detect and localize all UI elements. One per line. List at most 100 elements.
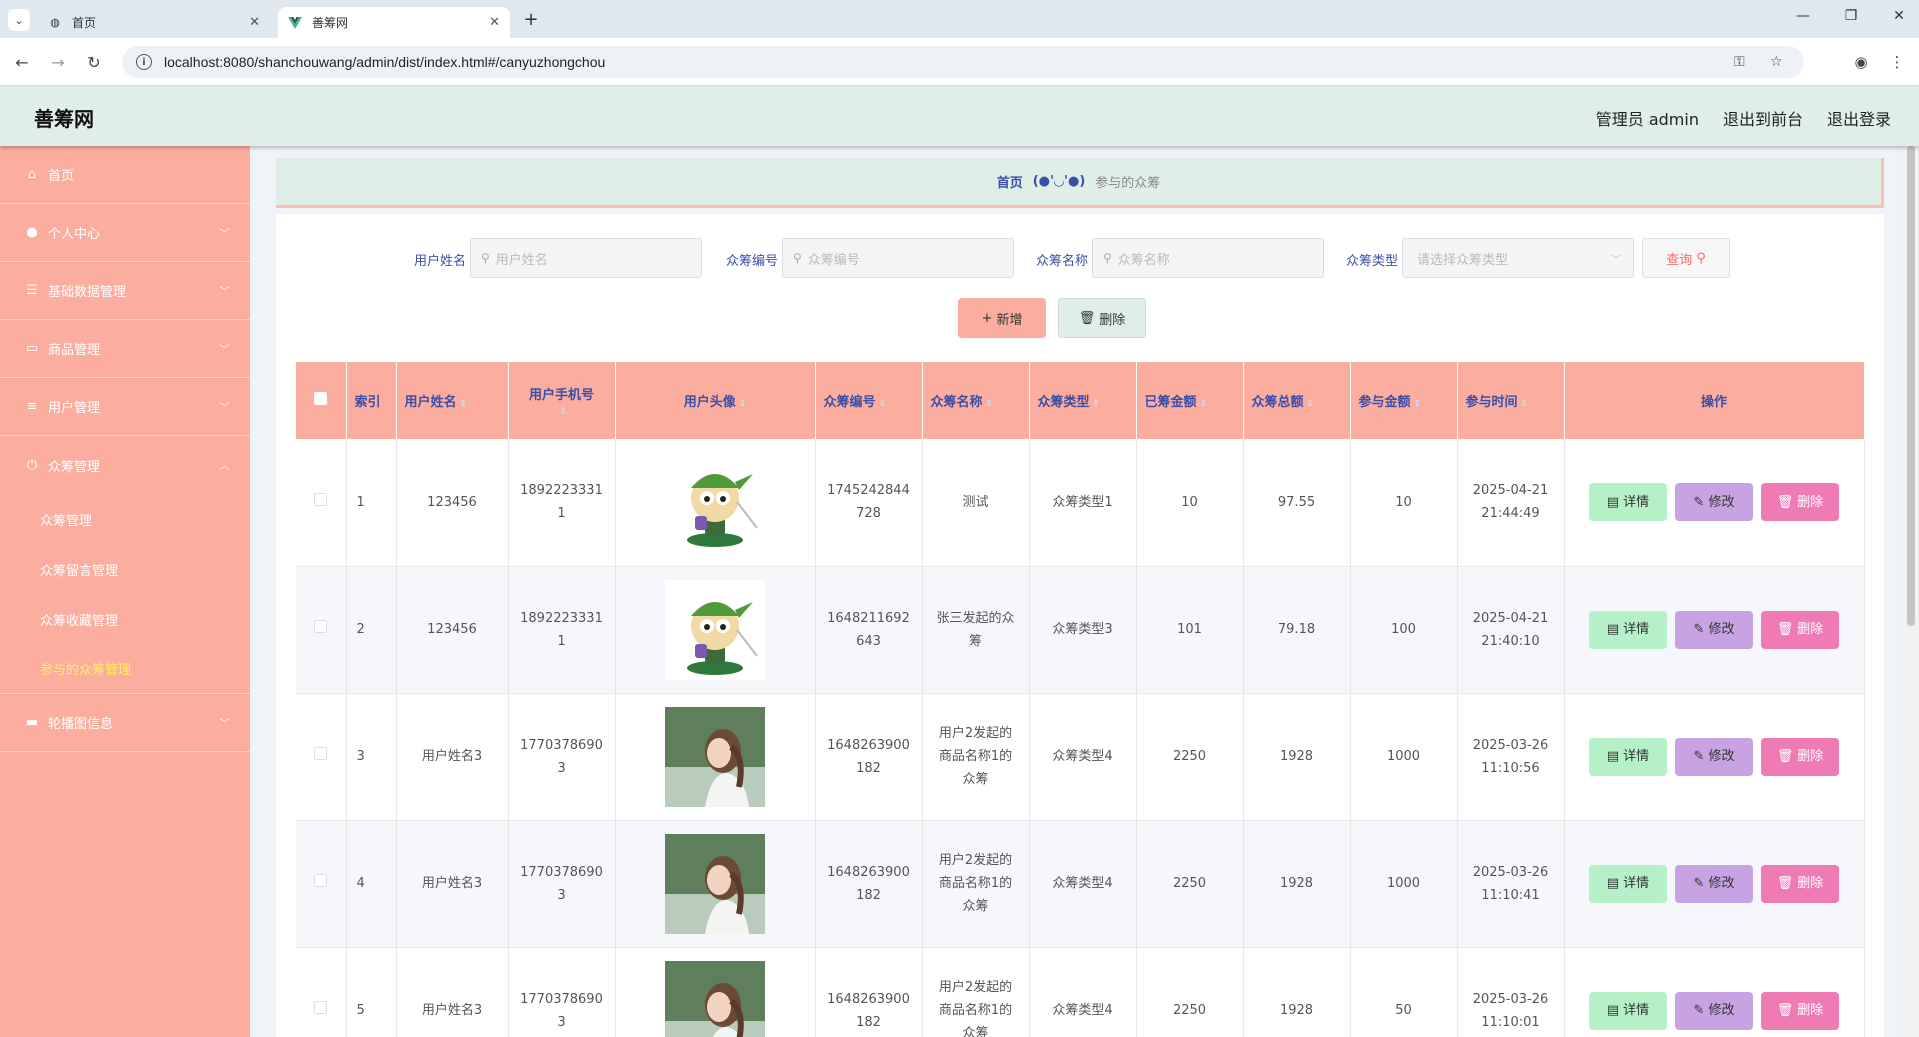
chevron-down-icon: ﹀: [219, 226, 230, 240]
close-icon[interactable]: ✕: [249, 15, 260, 30]
restore-icon[interactable]: ❐: [1836, 8, 1866, 24]
row-checkbox[interactable]: [314, 747, 328, 760]
sort-icon[interactable]: ⇕: [739, 399, 747, 409]
sidebar-subitem-comments[interactable]: 众筹留言管理: [0, 544, 250, 594]
forward-arrow-icon[interactable]: →: [46, 50, 70, 74]
profile-icon[interactable]: ◉: [1850, 51, 1872, 73]
new-tab-plus-icon[interactable]: +: [520, 8, 542, 30]
username-search-input[interactable]: ⚲ 用户姓名: [470, 238, 702, 278]
column-header-ops: 操作: [1564, 362, 1865, 439]
sort-icon[interactable]: ⇕: [1093, 399, 1101, 409]
sidebar-item-users[interactable]: ≡ 用户管理 ﹀: [0, 378, 250, 436]
sidebar-subitem-participated[interactable]: 参与的众筹管理: [0, 644, 250, 694]
delete-button[interactable]: 🗑 删除: [1761, 610, 1839, 649]
column-header-time[interactable]: 参与时间 ⇕: [1457, 362, 1565, 439]
sidebar-item-carousel[interactable]: ▬ 轮播图信息 ﹀: [0, 694, 250, 752]
column-header-username[interactable]: 用户姓名 ⇕: [396, 362, 509, 439]
cell-username: 123456: [396, 566, 509, 694]
select-all-checkbox[interactable]: [314, 392, 328, 405]
pencil-icon: ✎: [1693, 1003, 1705, 1018]
browser-tab-shanchouwang[interactable]: 善筹网 ✕: [278, 7, 510, 38]
cartoon-cat-avatar[interactable]: [665, 579, 765, 680]
cartoon-cat-avatar[interactable]: [665, 452, 765, 553]
cell-amount: 1000: [1350, 820, 1458, 948]
type-select[interactable]: 请选择众筹类型 ﹀: [1402, 238, 1634, 278]
bookmark-star-icon[interactable]: ☆: [1770, 46, 1783, 78]
edit-button[interactable]: ✎ 修改: [1675, 483, 1753, 522]
sort-icon[interactable]: ⇕: [460, 399, 468, 409]
delete-button[interactable]: 🗑 删除: [1761, 737, 1839, 776]
column-header-amount[interactable]: 参与金额 ⇕: [1350, 362, 1458, 439]
window-close-icon[interactable]: ✕: [1884, 8, 1914, 24]
edit-button[interactable]: ✎ 修改: [1675, 864, 1753, 903]
sidebar-item-basic-data[interactable]: ☰ 基础数据管理 ﹀: [0, 262, 250, 320]
tab-search-chevron-icon[interactable]: ⌄: [8, 9, 30, 31]
woman-photo-avatar[interactable]: [665, 833, 765, 934]
url-field[interactable]: i localhost:8080/shanchouwang/admin/dist…: [122, 46, 1804, 78]
sort-icon[interactable]: ⇕: [879, 399, 887, 409]
detail-button[interactable]: ▤ 详情: [1589, 483, 1667, 522]
delete-button[interactable]: 🗑 删除: [1761, 483, 1839, 522]
delete-button[interactable]: 🗑 删除: [1761, 991, 1839, 1030]
logout-link[interactable]: 退出登录: [1827, 106, 1891, 130]
detail-button[interactable]: ▤ 详情: [1589, 737, 1667, 776]
exit-to-front-link[interactable]: 退出到前台: [1723, 106, 1803, 130]
row-checkbox[interactable]: [314, 620, 328, 633]
browser-tab-home[interactable]: ◍ 首页 ✕: [38, 7, 270, 38]
edit-button[interactable]: ✎ 修改: [1675, 610, 1753, 649]
row-checkbox[interactable]: [314, 874, 328, 887]
delete-label: 删除: [1797, 749, 1824, 764]
edit-button[interactable]: ✎ 修改: [1675, 737, 1753, 776]
site-info-icon[interactable]: i: [136, 54, 152, 70]
column-header-total[interactable]: 众筹总额 ⇕: [1243, 362, 1351, 439]
sort-icon[interactable]: ⇕: [1200, 399, 1208, 409]
woman-photo-avatar[interactable]: [665, 706, 765, 807]
sidebar-item-goods[interactable]: ▭ 商品管理 ﹀: [0, 320, 250, 378]
add-button[interactable]: + 新增: [958, 298, 1046, 338]
detail-button[interactable]: ▤ 详情: [1589, 991, 1667, 1030]
breadcrumb-home[interactable]: 首页: [997, 172, 1023, 191]
row-checkbox[interactable]: [314, 492, 328, 506]
more-menu-icon[interactable]: ⋮: [1886, 51, 1908, 73]
time-clock: 11:10:41: [1481, 887, 1540, 903]
sort-icon[interactable]: ⇕: [1307, 399, 1315, 409]
document-icon: ▤: [1606, 1003, 1620, 1018]
reload-icon[interactable]: ↻: [82, 50, 106, 74]
cell-index: 4: [346, 820, 397, 948]
sidebar-subitem-favorites[interactable]: 众筹收藏管理: [0, 594, 250, 644]
woman-photo-avatar[interactable]: [665, 960, 765, 1037]
sort-icon[interactable]: ⇕: [986, 399, 994, 409]
column-header-type[interactable]: 众筹类型 ⇕: [1029, 362, 1137, 439]
sidebar-item-personal-center[interactable]: ● 个人中心 ﹀: [0, 204, 250, 262]
detail-button[interactable]: ▤ 详情: [1589, 610, 1667, 649]
detail-button[interactable]: ▤ 详情: [1589, 864, 1667, 903]
sort-icon[interactable]: ⇕: [1521, 399, 1529, 409]
name-search-input[interactable]: ⚲ 众筹名称: [1092, 238, 1324, 278]
edit-button[interactable]: ✎ 修改: [1675, 991, 1753, 1030]
delete-button[interactable]: 🗑 删除: [1761, 864, 1839, 903]
cell-phone: 17703786903: [508, 693, 616, 821]
query-button[interactable]: 查询 ⚲: [1642, 238, 1730, 278]
back-arrow-icon[interactable]: ←: [10, 50, 34, 74]
batch-delete-button[interactable]: 🗑 删除: [1058, 298, 1146, 338]
sidebar-item-crowdfunding[interactable]: ⏻ 众筹管理 ︿: [0, 436, 250, 494]
password-key-icon[interactable]: ⚿: [1734, 46, 1745, 78]
sort-icon[interactable]: ⇕: [559, 407, 567, 417]
code-search-input[interactable]: ⚲ 众筹编号: [782, 238, 1014, 278]
minimize-icon[interactable]: —: [1788, 8, 1818, 24]
scrollbar-thumb[interactable]: [1907, 146, 1915, 626]
column-header-raised[interactable]: 已筹金额 ⇕: [1136, 362, 1244, 439]
sidebar-subitem-crowdfunding[interactable]: 众筹管理: [0, 494, 250, 544]
document-icon: ▤: [1606, 622, 1620, 637]
column-header-code[interactable]: 众筹编号 ⇕: [815, 362, 923, 439]
close-icon[interactable]: ✕: [489, 15, 500, 30]
sort-icon[interactable]: ⇕: [1414, 399, 1422, 409]
page-scrollbar[interactable]: [1903, 146, 1919, 1037]
cell-ops: ▤ 详情 ✎ 修改 🗑 删除: [1564, 693, 1865, 821]
sidebar-item-home[interactable]: ⌂ 首页: [0, 146, 250, 204]
column-header-phone[interactable]: 用户手机号 ⇕: [508, 362, 616, 439]
cell-ops: ▤ 详情 ✎ 修改 🗑 删除: [1564, 947, 1865, 1037]
column-header-name[interactable]: 众筹名称 ⇕: [922, 362, 1030, 439]
column-header-avatar[interactable]: 用户头像 ⇕: [615, 362, 816, 439]
row-checkbox[interactable]: [314, 1001, 328, 1014]
